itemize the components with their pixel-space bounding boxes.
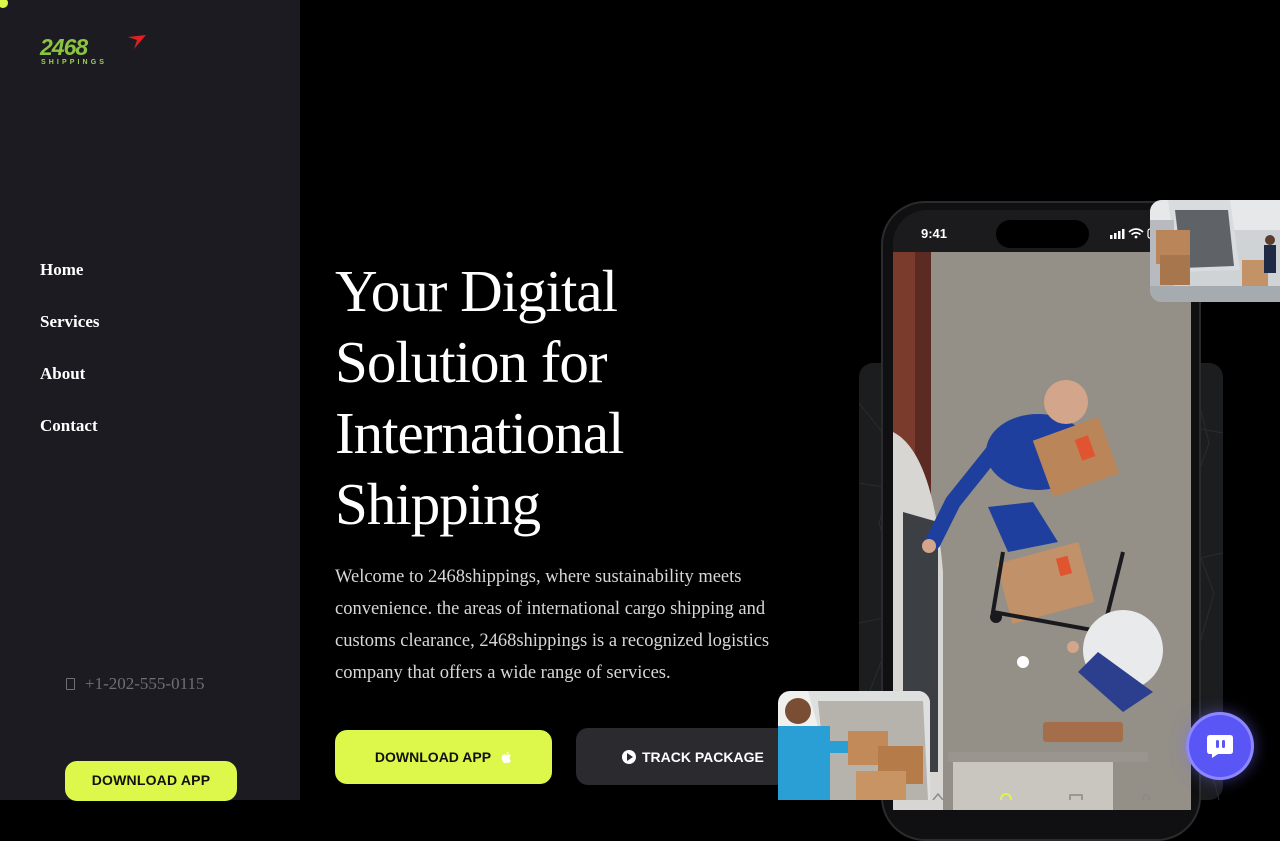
download-app-label: DOWNLOAD APP: [374, 749, 492, 765]
hero-title-line: Solution for: [335, 329, 608, 395]
phone-status-bar: 9:41: [893, 210, 1191, 254]
corner-dot: [0, 0, 8, 8]
dynamic-island: [996, 220, 1089, 248]
chat-button[interactable]: [1189, 715, 1251, 777]
wifi-icon: [1128, 228, 1144, 236]
download-app-button[interactable]: DOWNLOAD APP: [335, 730, 552, 784]
brand-logo[interactable]: 2468 SHIPPINGS: [40, 34, 150, 70]
phone-tab-bar-icons: [932, 792, 1150, 800]
phone-number: +1-202-555-0115: [85, 674, 205, 693]
delivery-workers-photo: [893, 252, 1191, 810]
sidebar: 2468 SHIPPINGS Home Services About Conta…: [0, 0, 300, 801]
hero-title-line: International: [335, 400, 624, 466]
van-loading-photo: [1150, 200, 1280, 302]
hero-intro-text: Welcome to 2468shippings, where sustaina…: [335, 567, 770, 683]
hero-title-line: Your Digital: [335, 258, 618, 324]
track-package-button[interactable]: TRACK PACKAGE: [576, 728, 788, 785]
courier-van-photo: [778, 691, 930, 800]
nav-about[interactable]: About: [40, 362, 99, 414]
main-nav: Home Services About Contact: [40, 258, 99, 466]
signal-icon: [1110, 229, 1125, 239]
nav-services[interactable]: Services: [40, 310, 99, 362]
contact-phone[interactable]: +1-202-555-0115: [66, 674, 204, 694]
phone-icon: [66, 678, 75, 690]
phone-screen: 9:41: [893, 210, 1191, 810]
logo-subtitle: SHIPPINGS: [41, 59, 108, 66]
chat-icon: [1207, 735, 1233, 758]
status-time: 9:41: [921, 226, 948, 241]
play-icon: [622, 749, 636, 764]
hero-title-line: Shipping: [335, 471, 541, 537]
apple-icon: [501, 751, 511, 763]
nav-home[interactable]: Home: [40, 258, 99, 310]
hero-title: Your Digital Solution for International …: [335, 256, 765, 540]
track-package-label: TRACK PACKAGE: [642, 748, 764, 765]
nav-contact[interactable]: Contact: [40, 414, 99, 466]
logo-number: 2468: [40, 34, 88, 60]
sidebar-download-app-button[interactable]: DOWNLOAD APP: [65, 761, 237, 801]
logo-arrow-icon: [128, 35, 146, 49]
